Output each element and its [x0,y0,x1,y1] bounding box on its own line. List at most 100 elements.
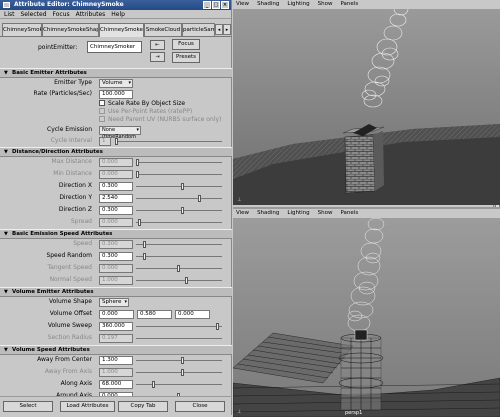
section-emission-speed[interactable]: ▼ Basic Emission Speed Attributes [0,229,232,239]
menu-list[interactable]: List [4,10,15,18]
tab-smokecloud[interactable]: SmokeCloud [144,23,182,36]
speed-random-slider[interactable] [136,253,222,260]
along-axis-field[interactable]: 68.000 [99,380,133,389]
section-basic-emitter[interactable]: ▼ Basic Emitter Attributes [0,68,232,78]
slider-knob[interactable] [143,241,146,248]
tab-chimneysmokeshape[interactable]: ChimneySmokeShape [42,23,99,36]
slider-knob[interactable] [181,357,184,364]
away-from-center-field[interactable]: 1.300 [99,356,133,365]
section-volume-emitter[interactable]: ▼ Volume Emitter Attributes [0,287,232,297]
vp-menu-panels[interactable]: Panels [340,209,358,218]
direction-x-slider[interactable] [136,183,222,190]
direction-y-field[interactable]: 2.540 [99,194,133,203]
vp-menu-panels[interactable]: Panels [340,0,358,9]
select-button[interactable]: Select [3,401,53,412]
away-from-axis-slider[interactable] [136,369,222,376]
cycle-interval-field[interactable]: 1 [99,137,111,146]
copy-tab-button[interactable]: Copy Tab [118,401,168,412]
min-distance-slider[interactable] [136,171,222,178]
speed-slider[interactable] [136,241,222,248]
slider-knob[interactable] [143,253,146,260]
menu-attributes[interactable]: Attributes [76,10,106,18]
section-radius-slider[interactable] [136,338,222,339]
vp-menu-lighting[interactable]: Lighting [287,209,309,218]
along-axis-slider[interactable] [136,381,222,388]
tab-particlesam[interactable]: particleSam [182,23,215,36]
minimize-icon[interactable]: _ [203,1,211,9]
volume-offset-z-field[interactable]: 0.000 [175,310,210,319]
load-attributes-button[interactable]: Load Attributes [60,401,115,412]
direction-z-field[interactable]: 0.300 [99,206,133,215]
vp-menu-show[interactable]: Show [318,0,333,9]
away-from-center-slider[interactable] [136,357,222,364]
slider-knob[interactable] [185,277,188,284]
volume-offset-y-field[interactable]: 0.580 [137,310,172,319]
vp-menu-lighting[interactable]: Lighting [287,0,309,9]
slider-knob[interactable] [181,207,184,214]
menu-help[interactable]: Help [111,10,125,18]
slider-knob[interactable] [136,171,139,178]
max-distance-field[interactable]: 0.000 [99,158,133,167]
slider-knob[interactable] [177,265,180,272]
cycle-emission-select[interactable]: None (timeRandom off) [99,126,141,147]
cycle-interval-slider[interactable] [115,138,222,145]
slider-knob[interactable] [181,369,184,376]
section-radius-field[interactable]: 0.197 [99,334,133,343]
slider-knob[interactable] [152,381,155,388]
maximize-icon[interactable]: □ [212,1,220,9]
node-name-field[interactable] [87,41,142,53]
viewport-top-canvas[interactable]: ⊥ [233,9,500,205]
normal-speed-field[interactable]: 1.000 [99,276,133,285]
presets-button[interactable]: Presets [172,52,200,63]
tab-scroll-left-icon[interactable]: ◂ [215,24,223,35]
volume-sweep-slider[interactable] [136,323,222,330]
min-distance-field[interactable]: 0.000 [99,170,133,179]
window-titlebar[interactable]: Attribute Editor: ChimneySmoke _ □ × [0,0,231,10]
slider-knob[interactable] [115,138,118,145]
volume-offset-x-field[interactable]: 0.000 [99,310,134,319]
menu-selected[interactable]: Selected [21,10,47,18]
volume-sweep-field[interactable]: 360.000 [99,322,133,331]
vp-menu-show[interactable]: Show [318,209,333,218]
section-distance-direction[interactable]: ▼ Distance/Direction Attributes [0,147,232,157]
tangent-speed-slider[interactable] [136,265,222,272]
viewport-bottom-canvas[interactable]: persp1 ⊥ [233,218,500,417]
emitter-type-select[interactable]: Volume [99,79,133,88]
attribute-scroll-pane[interactable]: ▼ Basic Emitter Attributes Emitter Type V… [0,68,232,396]
tab-chimneysmoke[interactable]: ChimneySmoke [2,23,42,36]
focus-button[interactable]: Focus [172,39,200,50]
close-icon[interactable]: × [221,1,229,9]
spread-slider[interactable] [136,219,222,226]
volume-shape-select[interactable]: Sphere [99,298,129,307]
section-volume-speed[interactable]: ▼ Volume Speed Attributes [0,345,232,355]
slider-knob[interactable] [216,323,219,330]
load-node-icon[interactable]: ⇤ [150,40,165,50]
slider-knob[interactable] [181,183,184,190]
direction-y-slider[interactable] [136,195,222,202]
slider-knob[interactable] [138,219,141,226]
away-from-axis-field[interactable]: 1.000 [99,368,133,377]
viewport-top[interactable]: View Shading Lighting Show Panels ⊥ [233,0,500,205]
viewport-bottom[interactable]: View Shading Lighting Show Panels persp1… [233,207,500,417]
normal-speed-slider[interactable] [136,277,222,284]
tab-scroll-right-icon[interactable]: ▸ [223,24,231,35]
vp-menu-view[interactable]: View [236,0,249,9]
direction-z-slider[interactable] [136,207,222,214]
vp-menu-view[interactable]: View [236,209,249,218]
tab-chimneysmoker[interactable]: ChimneySmoker [99,23,144,37]
max-distance-slider[interactable] [136,159,222,166]
slider-knob[interactable] [198,195,201,202]
speed-random-field[interactable]: 0.300 [99,252,133,261]
rate-field[interactable]: 100.000 [99,90,133,99]
vp-menu-shading[interactable]: Shading [257,209,279,218]
direction-x-field[interactable]: 0.300 [99,182,133,191]
select-node-icon[interactable]: ⇥ [150,52,165,62]
need-parent-uv-checkbox[interactable] [99,116,105,122]
close-button[interactable]: Close [175,401,225,412]
emitter-manipulator[interactable] [354,329,368,341]
vp-menu-shading[interactable]: Shading [257,0,279,9]
spread-field[interactable]: 0.000 [99,218,133,227]
menu-focus[interactable]: Focus [53,10,70,18]
scale-rate-checkbox[interactable] [99,100,105,106]
slider-knob[interactable] [136,159,139,166]
